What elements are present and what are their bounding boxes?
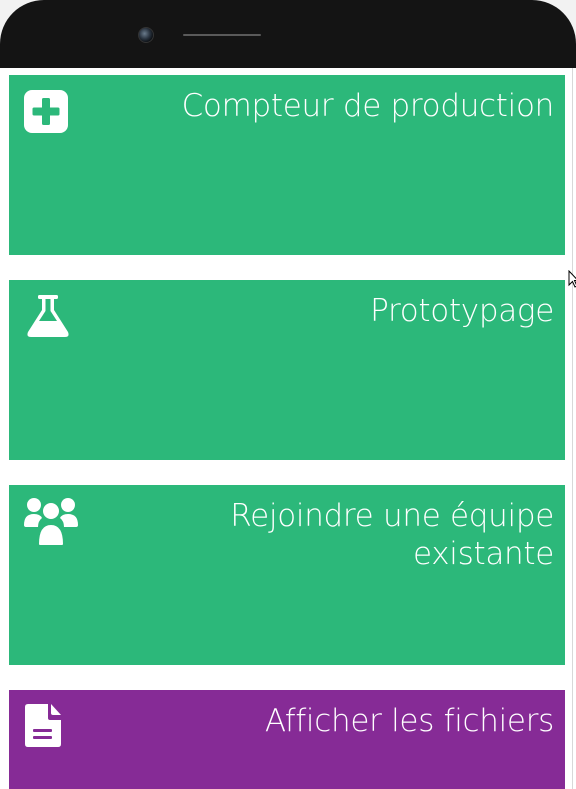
mouse-pointer-icon — [568, 270, 576, 288]
file-text-icon — [25, 704, 61, 747]
tile-production-counter[interactable]: Compteur de production — [9, 75, 565, 255]
plus-square-icon — [24, 90, 68, 133]
tile-show-files[interactable]: Afficher les fichiers — [9, 690, 565, 789]
tile-prototyping[interactable]: Prototypage — [9, 280, 565, 460]
phone-bezel — [0, 0, 576, 68]
tile-label: Compteur de production — [181, 88, 555, 124]
phone-frame-top — [0, 0, 576, 68]
tile-join-team[interactable]: Rejoindre une équipe existante — [9, 485, 565, 665]
users-icon — [24, 498, 78, 547]
tile-label: Rejoindre une équipe existante — [230, 498, 554, 572]
flask-icon — [27, 295, 69, 337]
speaker-grille — [183, 34, 261, 36]
tile-label: Prototypage — [370, 293, 554, 329]
screen-edge — [572, 68, 573, 789]
tile-label: Afficher les fichiers — [264, 703, 554, 739]
camera-icon — [138, 27, 154, 43]
